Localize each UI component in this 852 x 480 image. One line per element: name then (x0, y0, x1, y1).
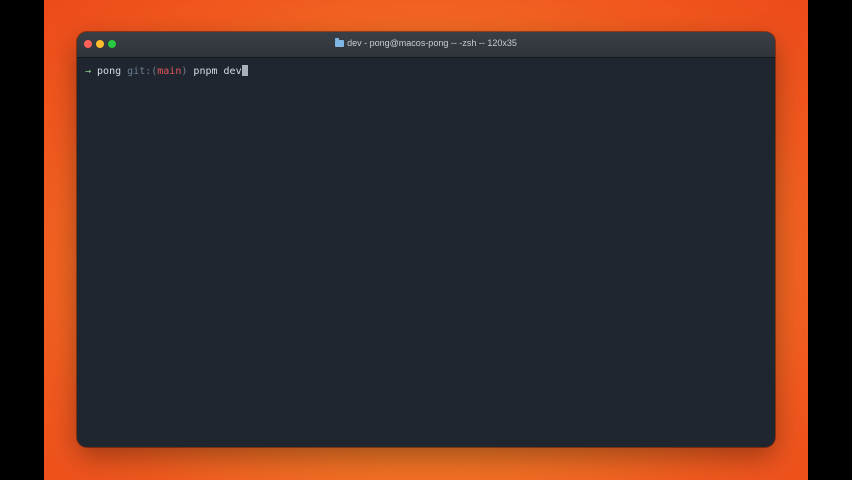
prompt-arrow: → (85, 66, 92, 77)
git-branch: main (157, 66, 182, 77)
folder-icon (335, 38, 345, 47)
window-title-text: dev - pong@macos-pong -- -zsh -- 120x35 (347, 38, 517, 48)
git-label: git:( (127, 66, 158, 77)
title-bar[interactable]: dev - pong@macos-pong -- -zsh -- 120x35 (77, 32, 775, 58)
command-text: pnpm dev (193, 66, 242, 77)
window-title: dev - pong@macos-pong -- -zsh -- 120x35 (77, 38, 775, 48)
prompt-directory: pong (97, 66, 122, 77)
text-cursor (241, 65, 248, 76)
desktop-background: dev - pong@macos-pong -- -zsh -- 120x35 … (44, 0, 808, 480)
git-close-paren: ) (181, 66, 188, 77)
terminal-content[interactable]: → pong git:(main) pnpm dev (77, 58, 775, 86)
terminal-window[interactable]: dev - pong@macos-pong -- -zsh -- 120x35 … (77, 32, 775, 447)
